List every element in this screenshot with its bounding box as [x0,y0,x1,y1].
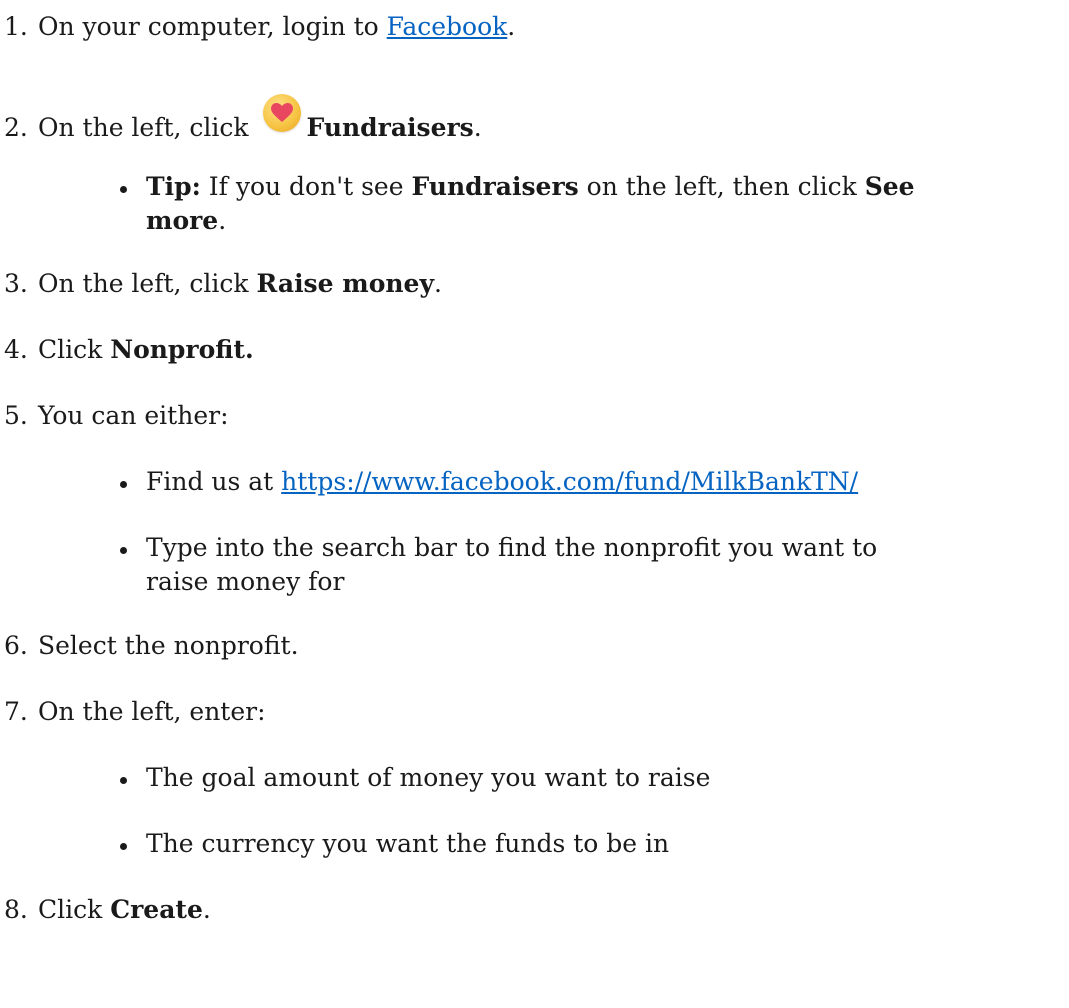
step-1: 1. On your computer, login to Facebook. [4,10,515,44]
step-5: 5. You can either: [4,399,229,433]
step-text: Click [38,335,111,364]
currency-line: The currency you want the funds to be in [146,829,670,858]
step-text: Click [38,895,111,924]
goal-amount-line: The goal amount of money you want to rai… [146,763,711,792]
find-us-line: Find us at https://www.facebook.com/fund… [146,467,859,496]
step-number: 5. [4,401,28,430]
step-text: On the left, click [38,113,257,142]
step-text: On your computer, login to [38,12,387,41]
step-number: 8. [4,895,28,924]
step-7: 7. On the left, enter: [4,695,266,729]
step-number: 6. [4,631,28,660]
step-number: 3. [4,269,28,298]
bullet [120,547,127,554]
bullet [120,481,127,488]
bullet [120,186,127,193]
fundraisers-label: Fundraisers [306,113,474,142]
tip-line-1: Tip: If you don't see Fundraisers on the… [146,172,915,201]
milkbank-fundraiser-link[interactable]: https://www.facebook.com/fund/MilkBankTN… [281,467,858,496]
step-number: 7. [4,697,28,726]
bullet [120,777,127,784]
step-number: 4. [4,335,28,364]
step-number: 1. [4,12,28,41]
create-label: Create [110,895,203,924]
step-8: 8. Click Create. [4,893,211,927]
step-number: 2. [4,113,28,142]
tip-label: Tip: [146,172,201,201]
step-text: You can either: [38,401,229,430]
step-3: 3. On the left, click Raise money. [4,267,442,301]
step-text: Select the nonprofit. [38,631,299,660]
fundraisers-heart-icon [262,94,301,132]
step-6: 6. Select the nonprofit. [4,629,299,663]
facebook-link[interactable]: Facebook [387,12,508,41]
step-text: On the left, enter: [38,697,266,726]
step-2: 2. On the left, click Fundraisers. [4,94,482,145]
tip-line-2: more. [146,206,227,235]
search-bar-line-2: raise money for [146,567,345,596]
search-bar-line-1: Type into the search bar to find the non… [146,533,878,562]
bullet [120,843,127,850]
step-4: 4. Click Nonprofit. [4,333,254,367]
step-text: On the left, click [38,269,257,298]
